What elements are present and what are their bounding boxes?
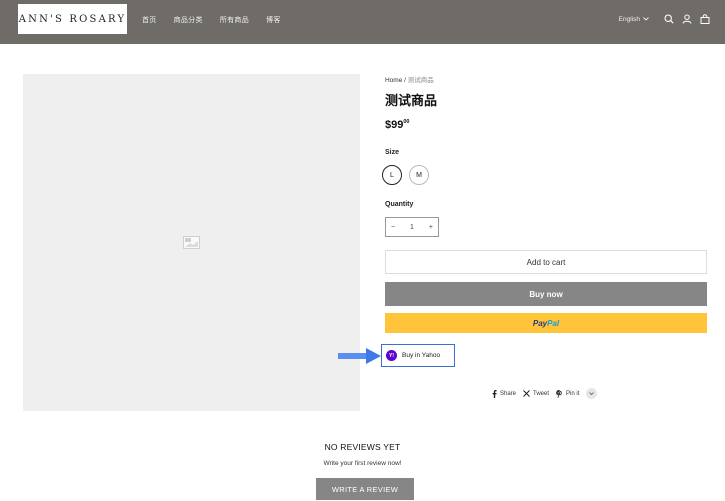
size-option-m[interactable]: M	[409, 165, 429, 185]
more-share-options[interactable]	[586, 388, 598, 399]
breadcrumb: Home / 测试商品	[385, 74, 434, 84]
size-option-l[interactable]: L	[382, 165, 402, 185]
price-main: $99	[385, 119, 404, 131]
breadcrumb-current: 测试商品	[407, 77, 434, 84]
x-logo-icon	[523, 390, 530, 397]
paypal-logo-pay: Pay	[532, 318, 548, 328]
social-share: Share Tweet Pin it	[492, 388, 598, 399]
buy-in-yahoo-button[interactable]: Y! Buy in Yahoo	[381, 344, 455, 367]
quantity-increase-button[interactable]: +	[429, 224, 433, 231]
header-actions: English	[619, 13, 711, 25]
site-header: ANN'S ROSARY 首页 商品分类 所有商品 博客 English	[0, 0, 725, 44]
tweet-label: Tweet	[533, 390, 550, 397]
quantity-value[interactable]: 1	[410, 224, 414, 231]
size-label: Size	[385, 149, 400, 156]
pin-label: Pin it	[566, 390, 580, 397]
reviews-subtitle: Write your first review now!	[323, 460, 402, 467]
product-title: 测试商品	[385, 93, 438, 108]
image-placeholder-icon	[183, 236, 200, 249]
nav-item-all-products[interactable]: 所有商品	[220, 15, 249, 25]
reviews-heading: NO REVIEWS YET	[324, 442, 401, 452]
quantity-label: Quantity	[385, 201, 414, 208]
chevron-down-icon	[643, 17, 649, 21]
buy-in-yahoo-label: Buy in Yahoo	[402, 352, 441, 359]
product-price: $9900	[385, 119, 409, 131]
add-to-cart-button[interactable]: Add to cart	[385, 250, 707, 274]
nav-item-blog[interactable]: 博客	[266, 15, 281, 25]
paypal-button[interactable]: Pay Pal	[385, 313, 707, 333]
arrow-right-icon	[338, 348, 381, 364]
logo-text: ANN'S ROSARY	[18, 13, 127, 25]
price-cents: 00	[403, 119, 410, 125]
account-icon[interactable]	[681, 13, 693, 25]
language-selector[interactable]: English	[619, 16, 649, 23]
main-nav: 首页 商品分类 所有商品 博客	[142, 15, 298, 25]
language-label: English	[618, 15, 640, 23]
cart-icon[interactable]	[699, 13, 711, 25]
search-icon[interactable]	[663, 13, 675, 25]
share-pinterest-button[interactable]: Pin it	[556, 389, 580, 398]
pinterest-icon	[556, 389, 562, 398]
paypal-logo-pal: Pal	[547, 318, 560, 328]
chevron-down-icon	[589, 392, 595, 395]
facebook-icon	[492, 389, 497, 398]
store-logo[interactable]: ANN'S ROSARY	[18, 4, 127, 34]
buy-now-button[interactable]: Buy now	[385, 282, 707, 306]
share-facebook-button[interactable]: Share	[492, 389, 517, 398]
share-x-button[interactable]: Tweet	[523, 390, 549, 397]
nav-item-categories[interactable]: 商品分类	[174, 15, 203, 25]
breadcrumb-home[interactable]: Home	[385, 77, 402, 84]
write-review-button[interactable]: WRITE A REVIEW	[316, 478, 414, 500]
quantity-decrease-button[interactable]: −	[391, 224, 395, 231]
quantity-stepper: − 1 +	[385, 217, 439, 237]
nav-item-home[interactable]: 首页	[142, 15, 157, 25]
yahoo-badge-icon: Y!	[386, 350, 397, 361]
share-label: Share	[500, 390, 517, 397]
